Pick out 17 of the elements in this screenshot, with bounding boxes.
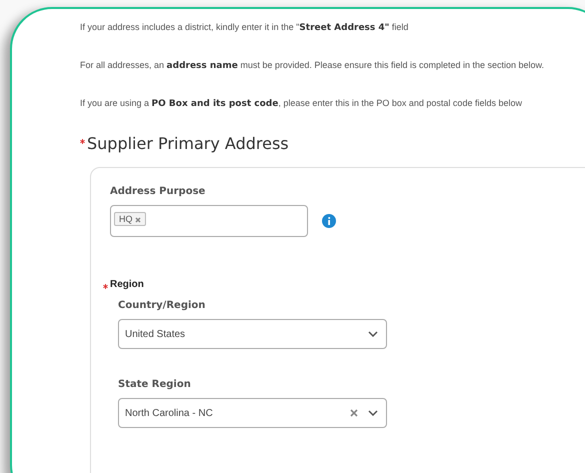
field-label: Address Purpose bbox=[110, 186, 206, 197]
address-purpose-field[interactable]: HQ bbox=[110, 205, 308, 237]
region-heading: Region bbox=[110, 279, 144, 290]
instruction-text: For all addresses, an address name must be provided. Please ensure this field is completed in the section below. bbox=[80, 59, 546, 73]
info-icon[interactable] bbox=[322, 214, 336, 228]
instruction-text: If you are using a PO Box and its post code, please enter this in the PO box and postal code fields below bbox=[80, 97, 523, 111]
instruction-text: If your address includes a district, kindly enter it in the "Street Address 4" field bbox=[80, 21, 410, 35]
dropdown-field[interactable]: United States bbox=[118, 319, 387, 349]
tag-chip[interactable]: HQ bbox=[114, 212, 146, 226]
field-label: State Region bbox=[118, 379, 192, 390]
section-title: Supplier Primary Address bbox=[87, 134, 289, 153]
chevron-down-icon[interactable] bbox=[368, 410, 378, 416]
remove-icon[interactable] bbox=[135, 216, 142, 223]
dropdown-field[interactable]: North Carolina - NC bbox=[118, 398, 387, 428]
chevron-down-icon[interactable] bbox=[368, 331, 378, 337]
field-label: Country/Region bbox=[118, 300, 206, 311]
clear-icon[interactable] bbox=[350, 409, 358, 417]
